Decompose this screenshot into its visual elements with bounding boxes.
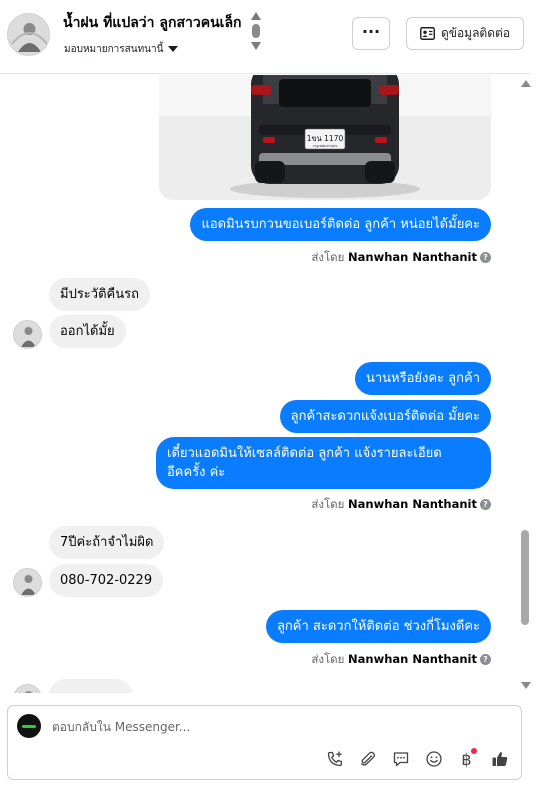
phone-plus-icon[interactable] [323, 748, 346, 770]
sender-name: Nanwhan Nanthanit [348, 497, 477, 511]
page-avatar [17, 714, 41, 738]
baht-icon[interactable]: ฿ [455, 748, 478, 770]
help-icon[interactable]: ? [480, 252, 491, 263]
title-scroll-up-icon[interactable] [251, 12, 261, 20]
title-scroll-thumb[interactable] [252, 24, 260, 38]
contact-avatar-small [13, 320, 42, 349]
car-photo[interactable]: 1ขน 1170 กรุงเทพมหานคร [159, 75, 491, 200]
view-contact-button[interactable]: ดูข้อมูลติดต่อ [406, 17, 524, 50]
sent-by-line: ส่งโดย Nanwhan Nanthanit? [311, 496, 491, 514]
contact-avatar[interactable] [7, 13, 50, 56]
sender-name: Nanwhan Nanthanit [348, 250, 477, 264]
sender-name: Nanwhan Nanthanit [348, 652, 477, 666]
scroll-thumb[interactable] [521, 530, 529, 625]
outgoing-message[interactable]: ลูกค้าสะดวกแจ้งเบอร์ติดต่อ มั้ยคะ [279, 400, 491, 433]
emoji-icon[interactable] [422, 748, 445, 770]
outgoing-message[interactable]: เดี๋ยวแอดมินให้เซลล์ติดต่อ ลูกค้า แจ้งรา… [156, 437, 491, 489]
title-scroll[interactable] [251, 12, 261, 50]
message-line: เดี๋ยวแอดมินให้เซลล์ติดต่อ ลูกค้า แจ้งรา… [167, 446, 442, 461]
sent-by-prefix: ส่งโดย [311, 250, 345, 264]
sent-by-line: ส่งโดย Nanwhan Nanthanit? [311, 651, 491, 669]
reply-composer: ฿ [7, 705, 522, 780]
chevron-down-icon [168, 46, 179, 52]
sent-by-prefix: ส่งโดย [311, 652, 345, 666]
title-scroll-down-icon[interactable] [251, 42, 261, 50]
view-contact-label: ดูข้อมูลติดต่อ [440, 26, 511, 40]
saved-reply-icon[interactable] [389, 748, 412, 770]
incoming-message[interactable]: 7ปีค่ะถ้าจำไม่ผิด [49, 526, 165, 559]
scroll-up-icon[interactable] [521, 80, 531, 87]
help-icon[interactable]: ? [480, 499, 491, 510]
contact-avatar-small [13, 684, 42, 693]
outgoing-message[interactable]: แอดมินรบกวนขอเบอร์ติดต่อ ลูกค้า หน่อยได้… [190, 208, 491, 241]
incoming-message[interactable]: 080-702-0229 [49, 564, 164, 597]
assign-label: มอบหมายการสนทนานี้ [64, 44, 164, 55]
outgoing-message[interactable]: นานหรือยังคะ ลูกค้า [354, 362, 491, 395]
contact-card-icon [420, 27, 435, 40]
contact-avatar-small [13, 568, 42, 597]
notification-dot [471, 748, 477, 754]
plate-number: 1ขน 1170 [307, 134, 344, 143]
incoming-message[interactable]: ออกได้มั้ย [49, 315, 126, 348]
message-line: อีคครั้ง ค่ะ [167, 465, 226, 480]
composer-toolbar: ฿ [323, 748, 511, 770]
help-icon[interactable]: ? [480, 654, 491, 665]
outgoing-message[interactable]: ลูกค้า สะดวกให้ติดต่อ ช่วงกี่โมงดีคะ [265, 610, 491, 643]
incoming-message-partial[interactable] [49, 679, 133, 693]
sent-by-line: ส่งโดย Nanwhan Nanthanit? [311, 249, 491, 267]
reply-input[interactable] [52, 718, 472, 736]
sent-by-prefix: ส่งโดย [311, 497, 345, 511]
paperclip-icon[interactable] [356, 748, 379, 770]
contact-name: น้ำฝน ที่แปลว่า ลูกสาวคนเล็ก [63, 15, 242, 31]
assign-conversation-dropdown[interactable]: มอบหมายการสนทนานี้ [64, 42, 179, 57]
scroll-down-icon[interactable] [521, 682, 531, 689]
thread-scrollbar[interactable] [517, 75, 533, 693]
conversation-header: น้ำฝน ที่แปลว่า ลูกสาวคนเล็ก มอบหมายการส… [0, 0, 531, 74]
incoming-message[interactable]: มีประวัติคืนรถ [49, 278, 150, 311]
like-icon[interactable] [488, 748, 511, 770]
message-thread[interactable]: 1ขน 1170 กรุงเทพมหานคร แอดมินรบกวนขอเบอร… [0, 75, 517, 693]
more-options-button[interactable]: ··· [352, 17, 390, 50]
